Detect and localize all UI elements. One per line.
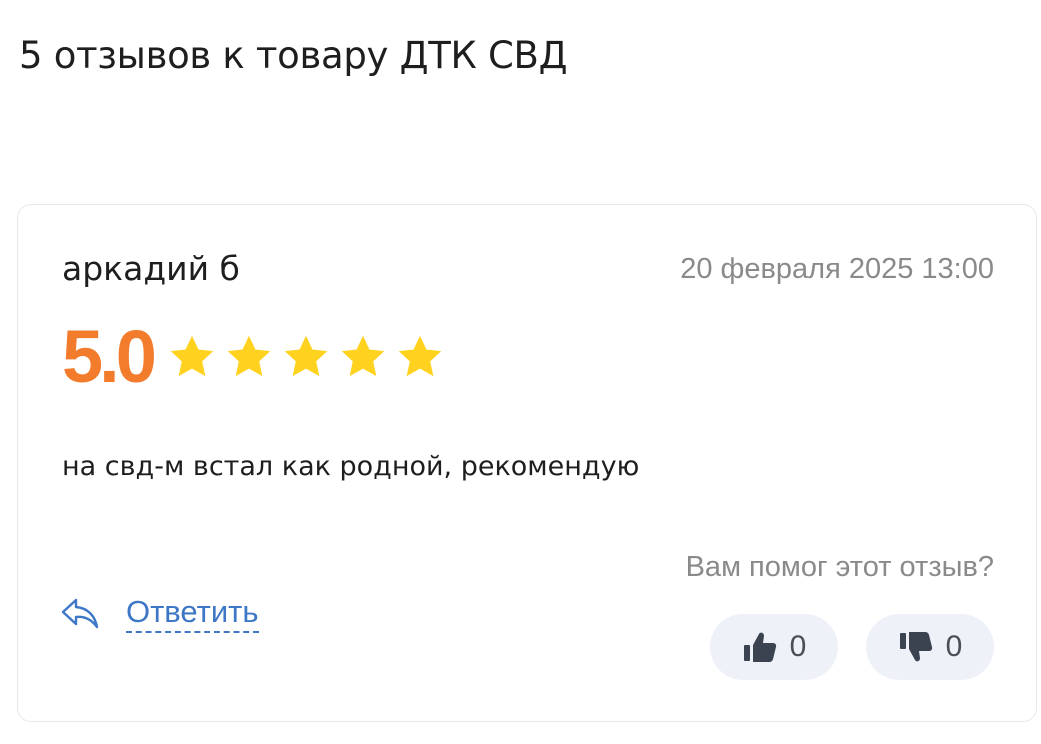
thumbs-down-icon [899,632,932,662]
review-date: 20 февраля 2025 13:00 [680,253,994,285]
rating-row: 5.0 [62,317,452,397]
rating-value: 5.0 [62,315,157,398]
reply-arrow-icon [61,598,99,629]
author-name: аркадий б [62,249,240,288]
star-icon [227,335,271,377]
star-icon [398,335,442,377]
helpful-question: Вам помог этот отзыв? [685,551,994,583]
reply-label[interactable]: Ответить [126,594,259,634]
rating-stars [167,332,452,382]
reply-button[interactable]: Ответить [60,594,259,634]
like-button[interactable]: 0 [710,614,838,680]
review-text: на свд-м встал как родной, рекомендую [62,451,640,482]
star-icon [284,335,328,377]
review-card: аркадий б 20 февраля 2025 13:00 5.0 на с… [17,204,1037,722]
star-icon [341,335,385,377]
thumbs-up-icon [743,632,776,662]
dislike-count: 0 [945,630,963,663]
page-title: 5 отзывов к товару ДТК СВД [19,34,568,77]
dislike-button[interactable]: 0 [866,614,994,680]
like-count: 0 [789,630,807,663]
star-icon [170,335,214,377]
